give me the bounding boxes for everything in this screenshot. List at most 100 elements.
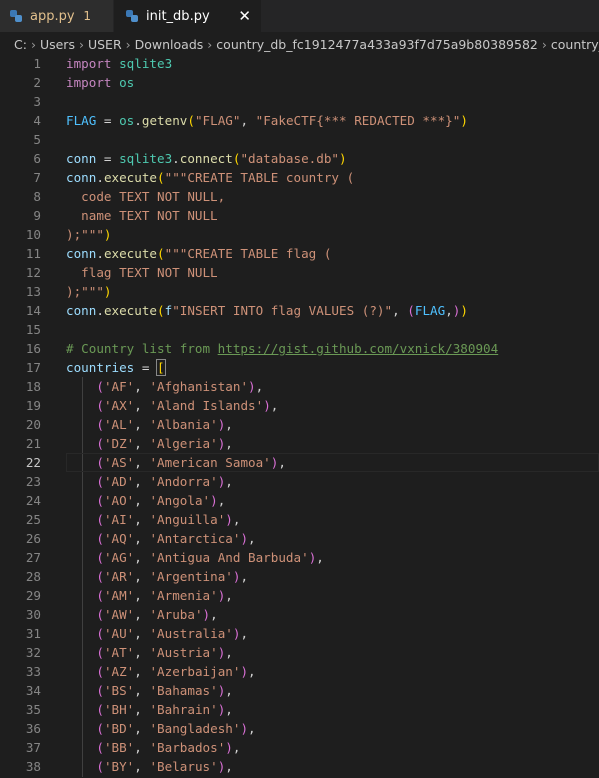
code-token: execute bbox=[103, 170, 158, 185]
code-line[interactable]: 3 bbox=[0, 92, 599, 111]
code-token: 'American Samoa' bbox=[149, 455, 271, 470]
code-token: """CREATE TABLE country ( bbox=[164, 170, 355, 185]
code-line[interactable]: 27 ('AG', 'Antigua And Barbuda'), bbox=[0, 548, 599, 567]
code-line[interactable]: 31 ('AU', 'Australia'), bbox=[0, 624, 599, 643]
code-line[interactable]: 26 ('AQ', 'Antarctica'), bbox=[0, 529, 599, 548]
code-token: 'AI' bbox=[103, 512, 135, 527]
line-number: 24 bbox=[25, 493, 41, 508]
code-line[interactable]: 2 import os bbox=[0, 73, 599, 92]
line-number: 31 bbox=[25, 626, 41, 641]
chevron-right-icon: › bbox=[125, 36, 131, 52]
chevron-right-icon: › bbox=[30, 36, 36, 52]
code-line[interactable]: 36 ('BD', 'Bangladesh'), bbox=[0, 719, 599, 738]
breadcrumb-item-drive[interactable]: C: bbox=[14, 37, 27, 52]
code-token: , bbox=[134, 702, 150, 717]
code-line[interactable]: 29 ('AM', 'Armenia'), bbox=[0, 586, 599, 605]
code-text: flag TEXT NOT NULL bbox=[66, 263, 218, 282]
code-line[interactable]: 16 # Country list from https://gist.githu… bbox=[0, 339, 599, 358]
code-editor[interactable]: 1 import sqlite3 2 import os 3 4 FLAG = os.get… bbox=[0, 54, 599, 778]
code-line[interactable]: 32 ('AT', 'Austria'), bbox=[0, 643, 599, 662]
code-token: , bbox=[248, 531, 256, 546]
line-number: 37 bbox=[25, 740, 41, 755]
code-token: FLAG bbox=[66, 113, 97, 128]
code-token: , bbox=[225, 702, 233, 717]
line-number: 12 bbox=[25, 265, 41, 280]
tab-bar-empty-space bbox=[261, 0, 599, 32]
code-token: 'AD' bbox=[103, 474, 135, 489]
code-token: 'AS' bbox=[103, 455, 135, 470]
code-line[interactable]: 13 );""") bbox=[0, 282, 599, 301]
code-text: ('AF', 'Afghanistan'), bbox=[66, 377, 263, 396]
code-line[interactable]: 1 import sqlite3 bbox=[0, 54, 599, 73]
tab-label: app.py bbox=[30, 8, 75, 24]
code-line[interactable]: 21 ('DZ', 'Algeria'), bbox=[0, 434, 599, 453]
code-token: "FakeCTF{*** REDACTED ***}" bbox=[255, 113, 461, 128]
code-token: );""" bbox=[66, 227, 104, 242]
code-line[interactable]: 20 ('AL', 'Albania'), bbox=[0, 415, 599, 434]
code-line[interactable]: 33 ('AZ', 'Azerbaijan'), bbox=[0, 662, 599, 681]
code-token: 'Algeria' bbox=[149, 436, 218, 451]
code-token: ( bbox=[96, 626, 104, 641]
code-line[interactable]: 37 ('BB', 'Barbados'), bbox=[0, 738, 599, 757]
code-token: execute bbox=[103, 246, 158, 261]
code-token: 'BB' bbox=[103, 740, 135, 755]
line-number: 1 bbox=[33, 56, 41, 71]
code-token: , bbox=[232, 740, 241, 755]
code-token: 'AT' bbox=[103, 645, 135, 660]
code-line[interactable]: 17 countries = [ bbox=[0, 358, 599, 377]
python-file-icon bbox=[10, 10, 22, 22]
line-number: 30 bbox=[25, 607, 41, 622]
code-line[interactable]: 30 ('AW', 'Aruba'), bbox=[0, 605, 599, 624]
code-line[interactable]: 11 conn.execute("""CREATE TABLE flag ( bbox=[0, 244, 599, 263]
code-token: , bbox=[248, 721, 256, 736]
code-line[interactable]: 18 ('AF', 'Afghanistan'), bbox=[0, 377, 599, 396]
breadcrumb-item-downloads[interactable]: Downloads bbox=[135, 37, 204, 52]
code-line[interactable]: 25 ('AI', 'Anguilla'), bbox=[0, 510, 599, 529]
code-token: 'Angola' bbox=[149, 493, 211, 508]
code-line[interactable]: 12 flag TEXT NOT NULL bbox=[0, 263, 599, 282]
code-line[interactable]: 35 ('BH', 'Bahrain'), bbox=[0, 700, 599, 719]
breadcrumb-item-user[interactable]: USER bbox=[88, 37, 122, 52]
line-number: 13 bbox=[25, 284, 41, 299]
code-line[interactable]: 23 ('AD', 'Andorra'), bbox=[0, 472, 599, 491]
code-token: os bbox=[119, 75, 135, 90]
code-token: FLAG bbox=[414, 303, 446, 318]
code-token: ( bbox=[96, 455, 104, 470]
code-token: 'Anguilla' bbox=[149, 512, 226, 527]
code-token: , bbox=[225, 436, 233, 451]
code-line[interactable]: 10);""") bbox=[0, 225, 599, 244]
breadcrumb-item-project-folder[interactable]: country_db_fc1912477a433a93f7d75a9b80389… bbox=[216, 37, 538, 52]
close-icon[interactable]: ✕ bbox=[238, 7, 251, 25]
code-line[interactable]: 19 ('AX', 'Aland Islands'), bbox=[0, 396, 599, 415]
breadcrumb-item-users[interactable]: Users bbox=[40, 37, 75, 52]
code-line[interactable]: 8 code TEXT NOT NULL, bbox=[0, 187, 599, 206]
code-text: );""") bbox=[66, 282, 112, 301]
code-line[interactable]: 7 conn.execute("""CREATE TABLE country ( bbox=[0, 168, 599, 187]
code-token: , bbox=[134, 569, 150, 584]
breadcrumb-item-subfolder[interactable]: country_db bbox=[551, 37, 599, 52]
code-line[interactable]: 15 bbox=[0, 320, 599, 339]
tab-app-py[interactable]: app.py 1 bbox=[0, 0, 114, 32]
code-line[interactable]: 38 ('BY', 'Belarus'), bbox=[0, 757, 599, 776]
code-line[interactable]: 6 conn = sqlite3.connect("database.db") bbox=[0, 149, 599, 168]
code-token: 'AZ' bbox=[103, 664, 135, 679]
code-token: , bbox=[134, 398, 150, 413]
code-line[interactable]: 34 ('BS', 'Bahamas'), bbox=[0, 681, 599, 700]
code-line[interactable]: 24 ('AO', 'Angola'), bbox=[0, 491, 599, 510]
code-token: 'BH' bbox=[103, 702, 135, 717]
code-token: 'Argentina' bbox=[149, 569, 233, 584]
code-text: ('AM', 'Armenia'), bbox=[66, 586, 233, 605]
code-token: 'Australia' bbox=[149, 626, 233, 641]
code-line[interactable]: 22 ('AS', 'American Samoa'), bbox=[0, 453, 599, 472]
code-line[interactable]: 28 ('AR', 'Argentina'), bbox=[0, 567, 599, 586]
code-line[interactable]: 14 conn.execute(f"INSERT INTO flag VALUES… bbox=[0, 301, 599, 320]
tab-init-db-py[interactable]: init_db.py ✕ bbox=[114, 0, 261, 32]
code-text: FLAG = os.getenv("FLAG", "FakeCTF{*** RE… bbox=[66, 111, 468, 130]
code-line[interactable]: 9 name TEXT NOT NULL bbox=[0, 206, 599, 225]
code-line[interactable]: 5 bbox=[0, 130, 599, 149]
code-line[interactable]: 4 FLAG = os.getenv("FLAG", "FakeCTF{*** R… bbox=[0, 111, 599, 130]
